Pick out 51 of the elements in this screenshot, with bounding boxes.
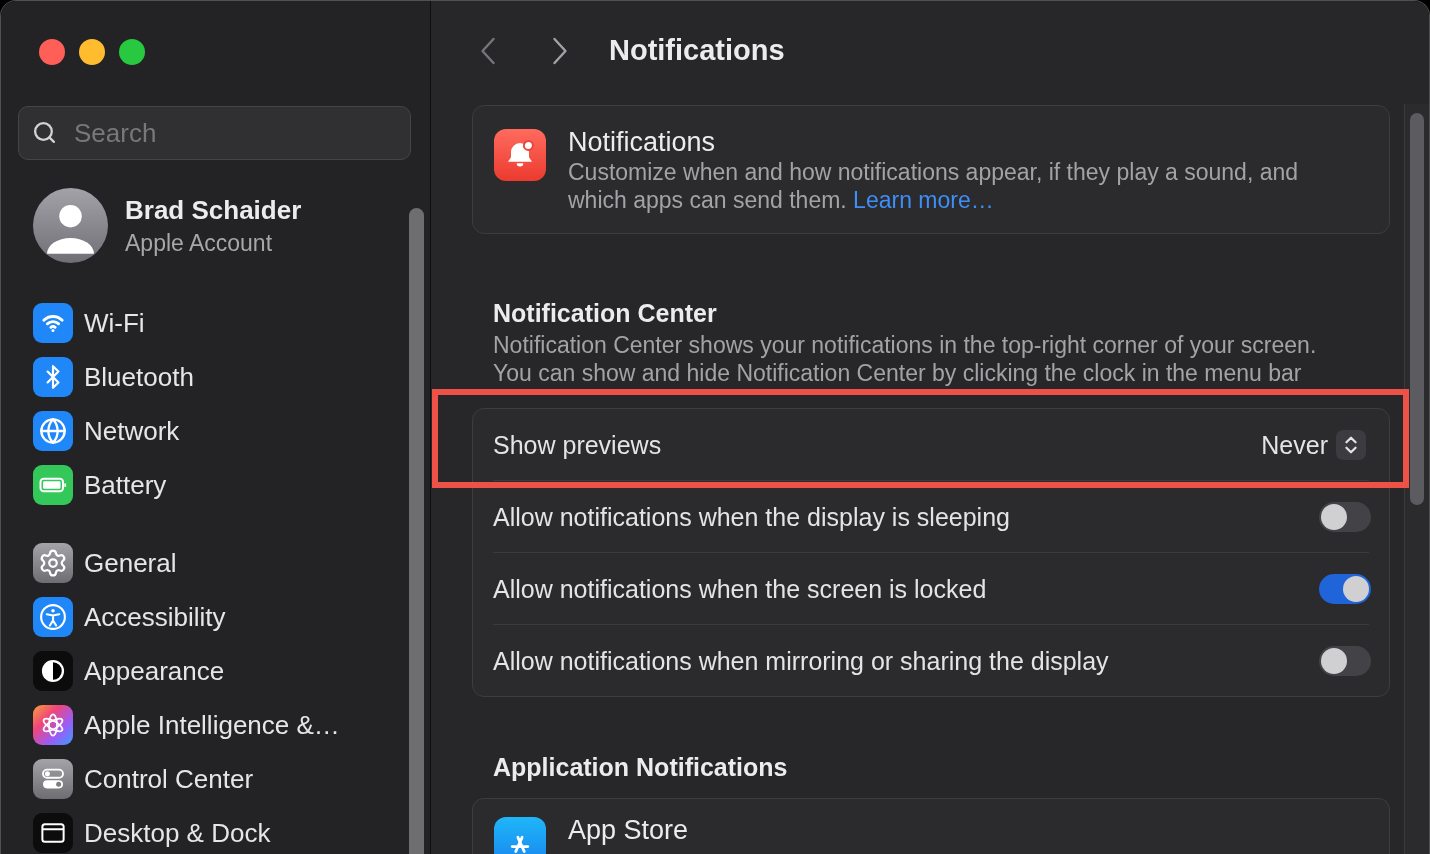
- account-name: Brad Schaider: [125, 194, 302, 225]
- search-icon: [32, 120, 57, 145]
- learn-more-link[interactable]: Learn more…: [853, 187, 994, 213]
- setting-label: Allow notifications when mirroring or sharing the display: [493, 645, 1109, 676]
- setting-label: Show previews: [493, 429, 662, 460]
- sidebar-item[interactable]: Bluetooth: [33, 350, 194, 404]
- chevron-right-icon: [552, 37, 568, 65]
- section-description: Notification Center shows your notifications in the top-right corner of your screen. You can show and hide Notification Center by clicking the clock in the menu bar: [492, 331, 1318, 387]
- app-name[interactable]: App Store: [568, 814, 689, 846]
- app-icon: [494, 817, 546, 854]
- wifi-icon: [33, 303, 73, 343]
- forward-button[interactable]: [552, 37, 568, 65]
- sidebar-item[interactable]: Apple Intelligence &…: [33, 698, 340, 752]
- sidebar-item[interactable]: Control Center: [33, 752, 254, 806]
- contrast-icon: [33, 651, 73, 691]
- accessibility-icon: [33, 597, 73, 637]
- sidebar-item[interactable]: Desktop & Dock: [33, 806, 271, 854]
- back-button[interactable]: [480, 37, 496, 65]
- toggle-switch[interactable]: [1319, 501, 1371, 532]
- globe-icon: [33, 411, 73, 451]
- scrollbar-thumb[interactable]: [409, 208, 424, 854]
- toggle-switch[interactable]: [1319, 573, 1371, 604]
- window-title: Notifications: [609, 33, 785, 69]
- toggles-icon: [33, 759, 73, 799]
- section-heading: Notification Center: [492, 298, 718, 328]
- chevron-left-icon: [480, 37, 496, 65]
- setting-label: Allow notifications when the display is sleeping: [493, 501, 1010, 532]
- gear-icon: [33, 543, 73, 583]
- sidebar-item[interactable]: Battery: [33, 458, 167, 512]
- setting-label: Allow notifications when the screen is locked: [493, 573, 987, 604]
- search-field[interactable]: Search: [18, 106, 411, 160]
- battery-icon: [33, 465, 73, 505]
- scrollbar-thumb[interactable]: [1410, 113, 1424, 505]
- bell-icon: [494, 129, 546, 181]
- chevron-up-down-icon: [1336, 429, 1366, 460]
- sidebar-item[interactable]: Wi-Fi: [33, 296, 145, 350]
- sidebar-item[interactable]: Appearance: [33, 644, 225, 698]
- sidebar-item[interactable]: General: [33, 536, 177, 590]
- account-subtitle: Apple Account: [125, 228, 274, 257]
- atom-icon: [33, 705, 73, 745]
- card-description: Customize when and how notifications appear, if they play a sound, and which apps can send them. Learn more…: [568, 158, 1300, 214]
- card-title: Notifications: [568, 126, 717, 158]
- bluetooth-icon: [33, 357, 73, 397]
- section-heading: Application Notifications: [492, 752, 789, 782]
- toggle-switch[interactable]: [1319, 645, 1371, 676]
- close-button[interactable]: [39, 39, 65, 65]
- zoom-button[interactable]: [119, 39, 145, 65]
- sidebar-item[interactable]: Network: [33, 404, 180, 458]
- previews-select[interactable]: Never: [1261, 429, 1366, 460]
- minimize-button[interactable]: [79, 39, 105, 65]
- sidebar-item[interactable]: Accessibility: [33, 590, 226, 644]
